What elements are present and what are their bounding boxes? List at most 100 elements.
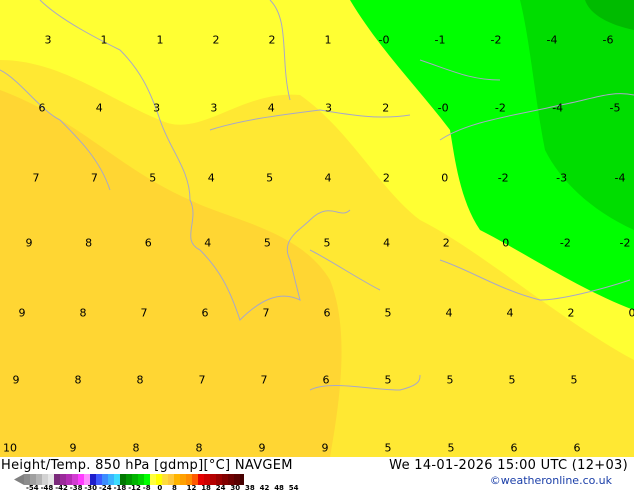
scale-swatch	[162, 474, 168, 485]
temperature-value: 8	[137, 375, 144, 386]
temperature-value: 3	[153, 103, 160, 114]
temperature-value: 2	[383, 173, 390, 184]
valid-datetime: We 14-01-2026 15:00 UTC (12+03)	[389, 458, 628, 473]
scale-tick-label: 38	[245, 484, 255, 492]
scale-swatch	[150, 474, 156, 485]
scale-tick-label: -38	[70, 484, 83, 492]
temperature-value: -4	[552, 103, 563, 114]
temperature-value: -4	[615, 173, 626, 184]
scale-tick-label: 12	[187, 484, 197, 492]
temperature-value: 8	[75, 375, 82, 386]
temperature-value: 9	[70, 443, 77, 454]
temperature-value: 8	[196, 443, 203, 454]
scale-swatch	[240, 474, 244, 485]
temperature-value: 0	[629, 308, 634, 319]
temperature-value: 3	[210, 103, 217, 114]
scale-tick-label: -12	[128, 484, 141, 492]
temperature-value: 4	[96, 103, 103, 114]
temperature-value: 1	[157, 35, 164, 46]
temperature-value: 8	[80, 308, 87, 319]
temperature-value: 5	[447, 375, 454, 386]
temperature-value: 7	[263, 308, 270, 319]
temperature-value: -0	[438, 103, 449, 114]
temperature-value: 1	[325, 35, 332, 46]
scale-tick-label: -54	[26, 484, 39, 492]
temperature-value: 5	[509, 375, 516, 386]
temperature-value: 1	[101, 35, 108, 46]
scale-swatch	[180, 474, 186, 485]
temperature-value: 6	[39, 103, 46, 114]
credit-link[interactable]: ©weatheronline.co.uk	[490, 474, 612, 487]
scale-tick-label: 42	[260, 484, 270, 492]
scale-tick-label: 18	[201, 484, 211, 492]
temperature-value: 8	[133, 443, 140, 454]
temperature-value: 6	[324, 308, 331, 319]
temperature-value: 3	[325, 103, 332, 114]
scale-tick-label: 0	[157, 484, 162, 492]
temperature-value: 9	[259, 443, 266, 454]
temperature-value: 4	[446, 308, 453, 319]
temperature-value: -5	[610, 103, 621, 114]
temperature-value: 6	[202, 308, 209, 319]
temperature-value: 5	[385, 443, 392, 454]
temperature-value: 9	[322, 443, 329, 454]
temperature-value: -2	[560, 238, 571, 249]
scale-tick-label: 24	[216, 484, 226, 492]
temperature-value: 5	[571, 375, 578, 386]
temperature-value: 7	[261, 375, 268, 386]
temperature-value: 7	[33, 173, 40, 184]
temperature-value: 0	[502, 238, 509, 249]
temperature-value: 9	[19, 308, 26, 319]
temperature-value: 4	[325, 173, 332, 184]
temperature-value: 7	[199, 375, 206, 386]
temperature-value: 9	[13, 375, 20, 386]
temperature-value: 6	[323, 375, 330, 386]
temperature-value: 6	[145, 238, 152, 249]
scale-left-arrow	[14, 474, 24, 485]
map-title: Height/Temp. 850 hPa [gdmp][°C] NAVGEM	[1, 458, 293, 473]
temperature-value: 4	[204, 238, 211, 249]
scale-tick-label: -48	[41, 484, 54, 492]
temperature-value: 5	[266, 173, 273, 184]
temperature-value: -2	[495, 103, 506, 114]
temperature-value: 7	[91, 173, 98, 184]
temperature-value: -2	[498, 173, 509, 184]
temperature-value: 5	[149, 173, 156, 184]
temperature-value: 4	[268, 103, 275, 114]
scale-tick-label: -8	[143, 484, 151, 492]
temperature-value: 6	[511, 443, 518, 454]
temperature-value: -6	[603, 35, 614, 46]
temperature-value: 2	[443, 238, 450, 249]
temperature-value: 5	[385, 375, 392, 386]
temperature-value: 3	[45, 35, 52, 46]
scale-tick-label: -24	[99, 484, 112, 492]
temperature-value: 9	[26, 238, 33, 249]
temperature-value: 2	[269, 35, 276, 46]
temperature-value: 7	[141, 308, 148, 319]
scale-tick-label: 54	[289, 484, 299, 492]
temperature-value: 5	[448, 443, 455, 454]
temperature-map[interactable]	[0, 0, 634, 457]
temperature-value: 2	[568, 308, 575, 319]
temperature-value: -2	[620, 238, 631, 249]
scale-tick-label: 8	[172, 484, 177, 492]
temperature-value: 8	[85, 238, 92, 249]
temperature-value: 4	[208, 173, 215, 184]
temperature-value: 5	[324, 238, 331, 249]
temperature-value: -2	[491, 35, 502, 46]
temperature-value: 2	[213, 35, 220, 46]
footer: Height/Temp. 850 hPa [gdmp][°C] NAVGEM W…	[0, 457, 634, 490]
temperature-value: -0	[379, 35, 390, 46]
scale-tick-label: -30	[84, 484, 97, 492]
temperature-value: 4	[507, 308, 514, 319]
temperature-value: 4	[383, 238, 390, 249]
scale-tick-label: -42	[55, 484, 68, 492]
temperature-value: -1	[435, 35, 446, 46]
temperature-value: -3	[556, 173, 567, 184]
temperature-value: -4	[547, 35, 558, 46]
temperature-value: 6	[574, 443, 581, 454]
temperature-value: 0	[441, 173, 448, 184]
scale-tick-label: -18	[114, 484, 127, 492]
scale-tick-label: 48	[274, 484, 284, 492]
scale-tick-label: 30	[230, 484, 240, 492]
